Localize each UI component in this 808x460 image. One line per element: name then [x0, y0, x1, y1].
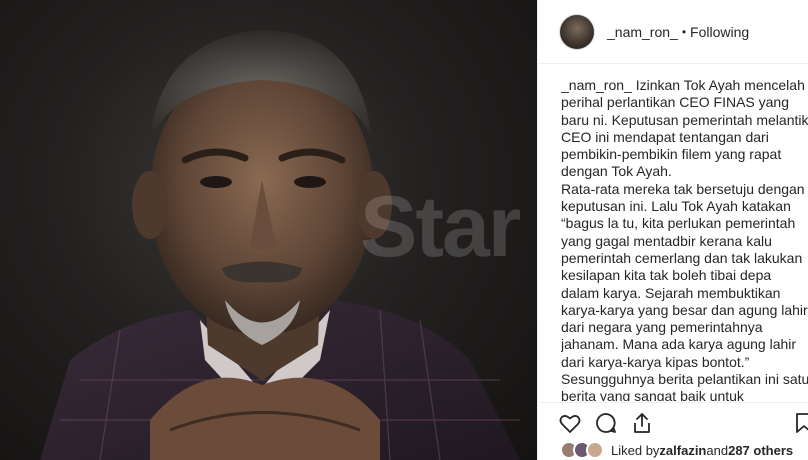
heart-icon[interactable]	[558, 411, 582, 435]
likes-others-link[interactable]: 287 others	[728, 443, 793, 458]
liker-username-link[interactable]: zalfazin	[659, 443, 706, 458]
header-username-link[interactable]: _nam_ron_	[607, 24, 678, 40]
post-actions-bar	[538, 402, 808, 440]
post-photo[interactable]: Star	[0, 0, 537, 460]
liker-avatar[interactable]	[586, 441, 604, 459]
watermark-text: Star	[360, 179, 521, 275]
post-side-panel: _nam_ron_ • Following _nam_ron_ Izinkan …	[537, 0, 808, 460]
post-header: _nam_ron_ • Following	[538, 0, 808, 64]
post-caption: _nam_ron_ Izinkan Tok Ayah mencelah peri…	[561, 77, 808, 401]
likes-summary: Liked by zalfazin and 287 others	[560, 440, 793, 460]
avatar[interactable]	[559, 13, 595, 50]
likes-middle: and	[706, 442, 729, 458]
bookmark-icon[interactable]	[792, 411, 808, 435]
liker-avatars[interactable]	[560, 441, 604, 459]
caption-username-link[interactable]: _nam_ron_	[561, 77, 632, 93]
caption-paragraph-2: Rata-rata mereka tak bersetuju dengan ke…	[561, 180, 808, 401]
following-button[interactable]: Following	[690, 24, 749, 40]
header-separator: •	[681, 24, 687, 39]
comment-icon[interactable]	[594, 411, 618, 435]
likes-prefix: Liked by	[611, 442, 660, 458]
caption-paragraph-1: _nam_ron_ Izinkan Tok Ayah mencelah peri…	[561, 77, 808, 181]
share-icon[interactable]	[630, 411, 654, 435]
